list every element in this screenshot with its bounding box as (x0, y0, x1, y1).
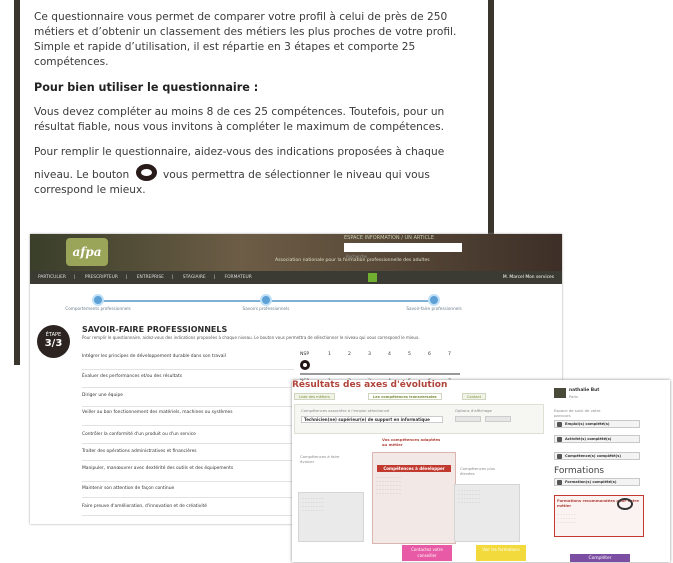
skill-row: Évaluer des performances et/ou des résul… (82, 374, 294, 388)
results-screenshot: Résultats des axes d'évolution Liste des… (292, 380, 670, 562)
results-title: Résultats des axes d'évolution (292, 380, 448, 390)
pen-icon (617, 498, 633, 510)
skill-row: Contrôler la conformité d'un produit ou … (82, 432, 294, 444)
section-subtitle: Pour remplir le questionnaire, aidez-vou… (82, 335, 420, 340)
fill-instructions-paragraph: Pour remplir le questionnaire, aidez-vou… (34, 146, 445, 158)
step-badge: ÉTAPE 3/3 (37, 325, 70, 358)
skill-row: Veiller au bon fonctionnement des matéri… (82, 410, 294, 426)
nav-prescripteur[interactable]: PRESCRIPTEUR (85, 275, 118, 280)
option-button[interactable] (455, 416, 481, 422)
column-heading-middle: Vos compétences adaptées au métier (382, 437, 441, 447)
right-column: .. .. .. .. .. .. .. .... .. .. .. .. ..… (454, 484, 520, 542)
main-nav: PARTICULIER | PRESCRIPTEUR | ENTREPRISE | S… (30, 271, 562, 284)
step-2-label: Savoirs professionnels (242, 306, 290, 311)
formations-heading: Formations (554, 466, 605, 476)
option-button[interactable] (485, 416, 511, 422)
scale-4: 4 (388, 352, 391, 357)
display-options-label: Options d'affichage (455, 408, 492, 413)
nav-formateur[interactable]: FORMATEUR (225, 275, 252, 280)
tab-contact[interactable]: Contact (462, 393, 486, 400)
search-input[interactable]: Recherche (344, 243, 462, 259)
nav-stagiaire[interactable]: STAGIAIRE (183, 275, 206, 280)
scale-6: 6 (428, 352, 431, 357)
column-heading-left: Compétences à faire évoluer (300, 454, 340, 464)
afpa-logo: afpa (66, 238, 108, 266)
tracking-label: Espace de suivi de votre parcours (554, 408, 601, 418)
tab-metiers[interactable]: Liste des métiers (294, 393, 335, 400)
scale-2: 2 (348, 352, 351, 357)
job-select[interactable]: Technicien(ne) supérieur(e) de support e… (301, 416, 443, 423)
complete-button[interactable]: Compléter (570, 554, 630, 562)
see-formations-button[interactable]: Voir les formations (476, 545, 526, 561)
step-badge-number: 3/3 (44, 338, 63, 349)
skill-row: Intégrer les principes de développement … (82, 354, 294, 370)
nav-entreprise[interactable]: ENTREPRISE (137, 275, 164, 280)
activites-button[interactable]: Activité(s) complété(s) (554, 435, 640, 443)
left-column: .. .. .. .. .. .. .. .... .. .. .. .. ..… (298, 492, 364, 542)
select-level-ring-icon (135, 164, 157, 181)
selected-level-radio[interactable] (300, 360, 310, 370)
step-2-dot[interactable] (260, 294, 272, 306)
competences-button[interactable]: Compétence(s) complété(s) (554, 452, 640, 460)
skill-row: Maintenir son attention de façon continu… (82, 486, 294, 498)
step-1-label: Comportements professionnels (65, 306, 131, 311)
job-panel: Compétences associées à l'emploi sélecti… (294, 404, 544, 434)
skill-row: Traiter des opérations administratives e… (82, 449, 294, 461)
step-3-dot[interactable] (428, 294, 440, 306)
section-heading: Pour bien utiliser le questionnaire : (34, 81, 259, 94)
step-3-label: Savoir-faire professionnels (406, 306, 462, 311)
intro-paragraph: Ce questionnaire vous permet de comparer… (34, 11, 457, 68)
scale-5: 5 (408, 352, 411, 357)
header-banner (30, 234, 562, 271)
skill-row: Manipuler, manœuvrer avec dextérité des … (82, 466, 294, 482)
column-heading-right: Compétences plus élevées (460, 466, 496, 476)
tab-competences[interactable]: Les compétences transversales (368, 393, 442, 400)
scale-nsp: NSP (300, 352, 310, 357)
progress-steps: Comportements professionnels Savoirs pro… (65, 291, 462, 311)
skill-row: Diriger une équipe (82, 393, 294, 407)
scale-7: 7 (448, 352, 451, 357)
step-1-dot[interactable] (92, 294, 104, 306)
job-panel-label: Compétences associées à l'emploi sélecti… (301, 408, 390, 413)
tagline: Association nationale pour la formation … (275, 258, 430, 263)
results-tabs: Liste des métiers Les compétences transv… (294, 393, 544, 401)
top-links[interactable]: ESPACE INFORMATION / UN ARTICLE (344, 235, 434, 241)
formations-button[interactable]: Formation(s) complété(s) (554, 478, 640, 486)
requirements-paragraph: Vous devez compléter au moins 8 de ces 2… (34, 106, 445, 133)
contact-advisor-button[interactable]: Contactez votre conseiller (402, 545, 452, 561)
section-title: SAVOIR-FAIRE PROFESSIONNELS (82, 325, 228, 334)
emplois-button[interactable]: Emploi(s) complété(s) (554, 420, 640, 428)
user-name: nathalie But (569, 388, 600, 393)
recommended-formations-box: Formations recommandées pour votre métie… (554, 495, 644, 537)
button-instruction-paragraph: niveau. Le bouton vous permettra de séle… (34, 164, 476, 198)
user-icon[interactable] (368, 273, 377, 282)
scale-1: 1 (328, 352, 331, 357)
avatar (554, 388, 566, 398)
middle-column: Compétences à développer .. .. .. .. .. … (372, 452, 456, 544)
scale-3: 3 (368, 352, 371, 357)
level-slider-track[interactable] (300, 373, 460, 375)
user-menu[interactable]: M. Marcel Mon services (503, 271, 562, 284)
competence-tag[interactable]: Compétences à développer (377, 465, 451, 472)
skill-row: Faire preuve d'amélioration, d'innovatio… (82, 504, 294, 516)
user-location: Paris (569, 394, 579, 399)
button-instruction-start: niveau. Le bouton (34, 169, 130, 181)
nav-particulier[interactable]: PARTICULIER (38, 275, 66, 280)
